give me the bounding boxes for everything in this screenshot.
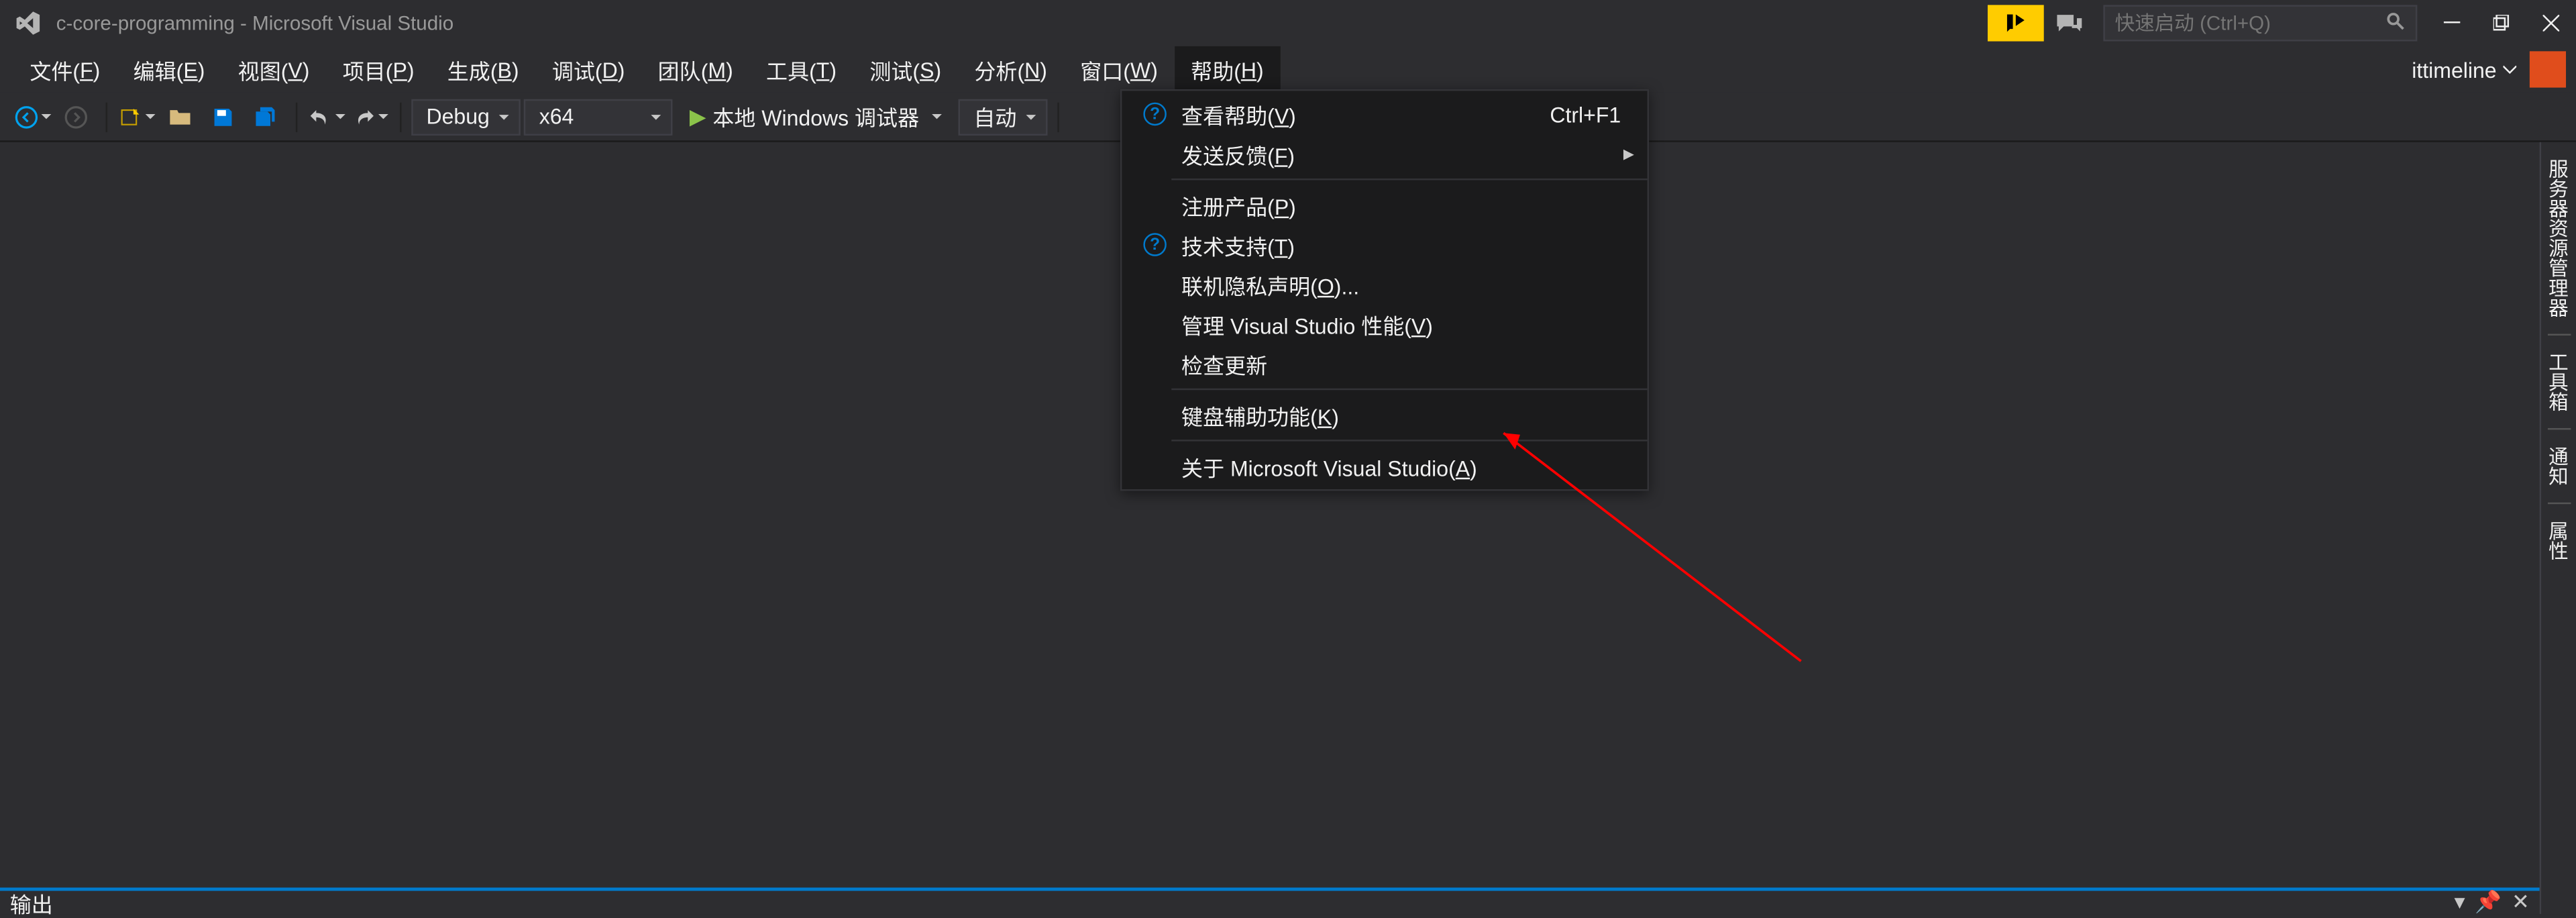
- menu-item-manage-perf[interactable]: 管理 Visual Studio 性能(V): [1122, 304, 1647, 344]
- vs-logo-icon: [13, 8, 43, 38]
- right-panel-tabs: 服务器资源管理器 工具箱 通知 属性: [2540, 142, 2576, 914]
- menu-help[interactable]: 帮助(H): [1175, 46, 1281, 93]
- quick-launch-input[interactable]: [2115, 11, 2386, 34]
- new-project-button[interactable]: [117, 97, 157, 136]
- nav-back-button[interactable]: [13, 97, 53, 136]
- nav-forward-button[interactable]: [56, 97, 96, 136]
- menu-file[interactable]: 文件(F): [13, 46, 117, 93]
- menu-separator: [1171, 440, 1647, 441]
- output-panel-header[interactable]: 输出 ▾ 📌 ✕: [0, 888, 2540, 914]
- menu-separator: [1171, 389, 1647, 390]
- menu-tools[interactable]: 工具(T): [749, 46, 853, 93]
- help-icon: ?: [1143, 233, 1166, 256]
- submenu-arrow-icon: ▸: [1623, 140, 1634, 166]
- panel-tab-properties[interactable]: 属性: [2541, 511, 2576, 570]
- menu-item-send-feedback[interactable]: 发送反馈(F) ▸: [1122, 134, 1647, 174]
- dropdown-icon[interactable]: ▾: [2454, 889, 2465, 915]
- auto-dropdown[interactable]: 自动: [959, 99, 1048, 135]
- menu-bar: 文件(F) 编辑(E) 视图(V) 项目(P) 生成(B) 调试(D) 团队(M…: [0, 46, 2576, 93]
- chevron-down-icon: [2503, 63, 2516, 76]
- account-name: ittimeline: [2412, 57, 2496, 82]
- minimize-button[interactable]: [2427, 0, 2477, 46]
- title-bar: c-core-programming - Microsoft Visual St…: [0, 0, 2576, 46]
- play-icon: ▶: [690, 103, 706, 130]
- pin-icon[interactable]: 📌: [2475, 889, 2502, 915]
- output-label: 输出: [10, 886, 53, 918]
- menu-item-view-help[interactable]: ? 查看帮助(V) Ctrl+F1: [1122, 94, 1647, 134]
- search-icon: [2386, 11, 2406, 36]
- open-file-button[interactable]: [160, 97, 200, 136]
- menu-item-about[interactable]: 关于 Microsoft Visual Studio(A): [1122, 446, 1647, 486]
- account-avatar[interactable]: [2530, 51, 2566, 87]
- menu-view[interactable]: 视图(V): [221, 46, 326, 93]
- notification-flag-button[interactable]: [1988, 5, 2044, 41]
- menu-build[interactable]: 生成(B): [431, 46, 535, 93]
- menu-team[interactable]: 团队(M): [641, 46, 749, 93]
- undo-button[interactable]: [307, 97, 347, 136]
- menu-test[interactable]: 测试(S): [853, 46, 958, 93]
- save-all-button[interactable]: [246, 97, 286, 136]
- help-icon: ?: [1143, 103, 1166, 125]
- menu-edit[interactable]: 编辑(E): [117, 46, 221, 93]
- window-title: c-core-programming - Microsoft Visual St…: [56, 11, 453, 34]
- menu-item-register[interactable]: 注册产品(P): [1122, 185, 1647, 225]
- menu-item-privacy[interactable]: 联机隐私声明(O)...: [1122, 264, 1647, 304]
- configuration-dropdown[interactable]: Debug: [411, 99, 521, 135]
- start-label: 本地 Windows 调试器: [712, 101, 919, 132]
- panel-tab-server-explorer[interactable]: 服务器资源管理器: [2541, 149, 2576, 327]
- menu-window[interactable]: 窗口(W): [1064, 46, 1175, 93]
- quick-launch-box[interactable]: [2103, 5, 2417, 41]
- menu-item-keyboard-access[interactable]: 键盘辅助功能(K): [1122, 395, 1647, 435]
- platform-dropdown[interactable]: x64: [525, 99, 674, 135]
- menu-debug[interactable]: 调试(D): [535, 46, 641, 93]
- maximize-button[interactable]: [2477, 0, 2526, 46]
- account-menu[interactable]: ittimeline: [2402, 51, 2575, 87]
- panel-tab-toolbox[interactable]: 工具箱: [2541, 342, 2576, 421]
- close-icon[interactable]: ✕: [2512, 889, 2530, 915]
- help-menu-dropdown: ? 查看帮助(V) Ctrl+F1 发送反馈(F) ▸ 注册产品(P) ? 技术…: [1120, 89, 1649, 491]
- panel-tab-notifications[interactable]: 通知: [2541, 436, 2576, 496]
- menu-item-check-updates[interactable]: 检查更新: [1122, 344, 1647, 383]
- menu-item-tech-support[interactable]: ? 技术支持(T): [1122, 225, 1647, 264]
- feedback-button[interactable]: [2044, 0, 2094, 46]
- redo-button[interactable]: [350, 97, 390, 136]
- menu-project[interactable]: 项目(P): [326, 46, 431, 93]
- save-button[interactable]: [203, 97, 243, 136]
- shortcut-label: Ctrl+F1: [1550, 101, 1634, 126]
- menu-analyze[interactable]: 分析(N): [958, 46, 1064, 93]
- menu-separator: [1171, 178, 1647, 180]
- start-debugging-button[interactable]: ▶ 本地 Windows 调试器: [676, 97, 955, 136]
- close-button[interactable]: [2526, 0, 2576, 46]
